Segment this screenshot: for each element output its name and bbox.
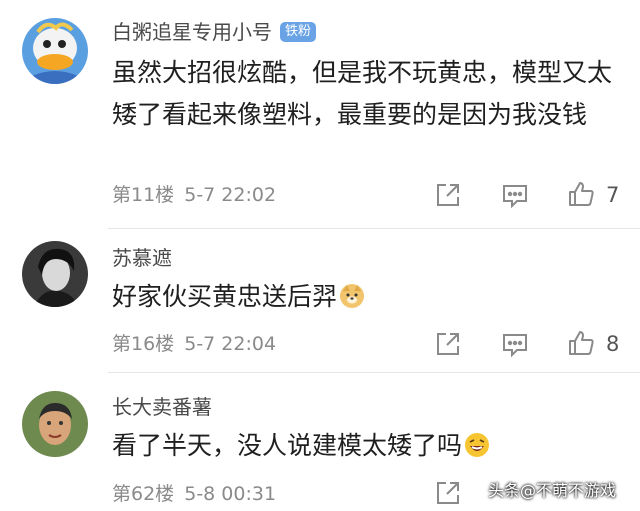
share-icon[interactable] [433,478,463,508]
laughing-emoji-icon [464,429,490,457]
like-icon[interactable] [566,179,596,209]
reply-comment-icon[interactable] [500,180,530,210]
watermark: 头条@不萌不游戏 [488,481,617,500]
comment-meta: 第16楼 5-7 22:04 [112,332,276,356]
comment-time: 5-7 22:02 [184,184,277,206]
portrait-photo-avatar[interactable] [22,241,88,307]
comment-meta: 第11楼 5-7 22:02 [112,183,276,207]
reply-comment-icon[interactable] [500,329,530,359]
comment-text-content: 好家伙买黄忠送后羿 [112,282,338,311]
comment-text-content: 看了半天，没人说建模太矮了吗 [112,431,463,460]
username[interactable]: 白粥追星专用小号 铁粉 [112,20,317,44]
floor-number: 第16楼 [112,333,175,355]
share-icon[interactable] [433,329,463,359]
comment-time: 5-7 22:04 [184,333,277,355]
comment-text: 看了半天，没人说建模太矮了吗 [112,425,627,467]
comment-text: 虽然大招很炫酷，但是我不玩黄忠，模型又太矮了看起来像塑料，最重要的是因为我没钱 [112,58,613,129]
photo-avatar[interactable] [22,391,88,457]
comment-text: 好家伙买黄忠送后羿 [112,276,627,318]
username[interactable]: 长大卖番薯 [112,395,212,419]
like-icon[interactable] [566,328,596,358]
comment-item: 苏慕遮 好家伙买黄忠送后羿 第16楼 5-7 22:04 8 [0,229,640,372]
floor-number: 第11楼 [112,184,175,206]
comment-meta: 第62楼 5-8 00:31 [112,482,276,506]
floor-number: 第62楼 [112,483,175,505]
fan-badge: 铁粉 [280,21,317,42]
like-count: 7 [606,183,620,207]
username-text[interactable]: 白粥追星专用小号 [112,20,272,44]
share-icon[interactable] [433,180,463,210]
comment-item: 白粥追星专用小号 铁粉 虽然大招很炫酷，但是我不玩黄忠，模型又太矮了看起来像塑料，… [0,0,640,228]
comment-time: 5-8 00:31 [184,483,277,505]
like-count: 8 [606,332,620,356]
cartoon-duck-avatar[interactable] [22,18,88,84]
username[interactable]: 苏慕遮 [112,246,172,270]
doge-emoji-icon [339,280,365,308]
